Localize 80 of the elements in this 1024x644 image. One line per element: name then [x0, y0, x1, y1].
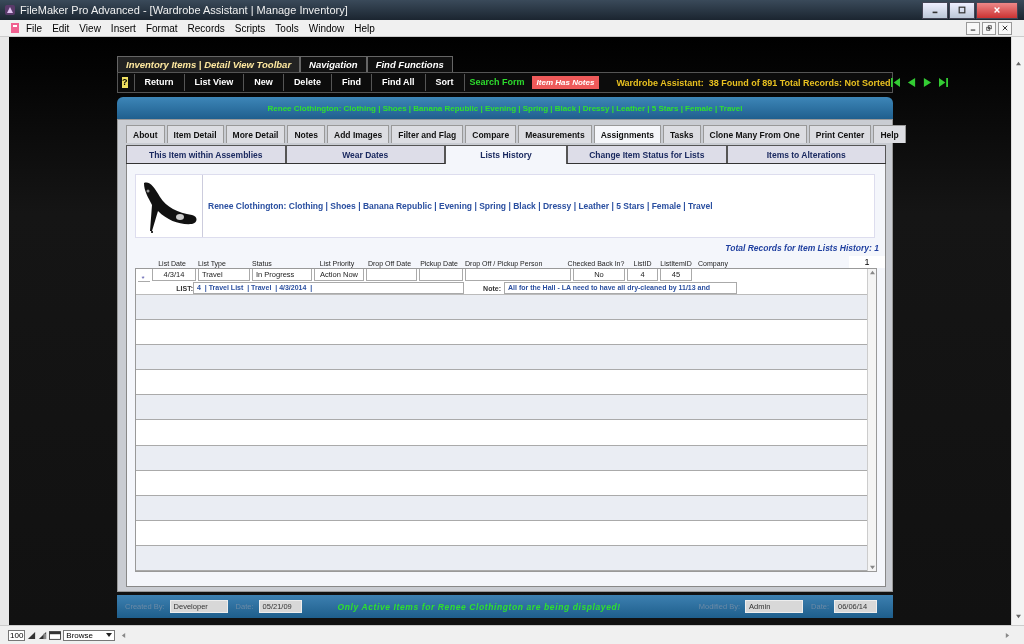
tab[interactable]: Notes [287, 125, 325, 143]
menu-item[interactable]: Records [187, 22, 225, 34]
mode-dropdown[interactable]: Browse [63, 629, 116, 641]
table-cell[interactable] [419, 269, 463, 281]
zoom-level[interactable]: 100 [8, 629, 26, 641]
tab[interactable]: Add Images [327, 125, 390, 143]
table-cell[interactable] [465, 269, 571, 281]
help-button[interactable]: ? [122, 77, 128, 88]
menu-item[interactable]: Scripts [234, 22, 266, 34]
tab[interactable]: Help [873, 125, 906, 143]
tab[interactable]: Assignments [593, 125, 662, 143]
toolbar-tab[interactable]: Navigation [300, 56, 367, 72]
search-form-button[interactable]: Search Form [463, 74, 530, 91]
window-title: FileMaker Pro Advanced - [Wardrobe Assistant | Manage Inventory] [20, 4, 348, 16]
scroll-down-icon[interactable] [1015, 614, 1021, 619]
maximize-button[interactable] [949, 1, 975, 19]
toolbar-button[interactable]: List View [183, 74, 244, 91]
toolbar-tab[interactable]: Inventory Items | Detail View Toolbar [117, 56, 301, 72]
toolbar-button[interactable]: Find All [370, 74, 425, 91]
app-icon [4, 4, 16, 16]
toolbar-button[interactable]: New [243, 74, 283, 91]
table-cell[interactable] [366, 269, 417, 281]
header-text: Renee Clothington: Clothing | Shoes | Banana Republic | Evening | Spring | Black | Dressy | Leather | 5 Stars | Female | Travel [267, 103, 743, 113]
scroll-right-icon[interactable] [1005, 632, 1010, 638]
toolbar-button[interactable]: Return [133, 74, 184, 91]
tab[interactable]: Measurements [518, 125, 592, 143]
total-records: Total Records for Item Lists History: 1 [725, 243, 879, 254]
close-button[interactable] [976, 1, 1018, 19]
caret-icon [106, 633, 113, 637]
tab[interactable]: Tasks [663, 125, 701, 143]
toolbar-tab[interactable]: Find Functions [366, 56, 453, 72]
tab[interactable]: Print Center [808, 125, 872, 143]
toolbar-button[interactable]: Delete [282, 74, 331, 91]
status-toolbar-icon[interactable] [49, 630, 62, 640]
tab[interactable]: Compare [465, 125, 517, 143]
maximize-icon [958, 6, 966, 14]
close-icon [1002, 25, 1008, 31]
footer-message: Only Active Items for Renee Clothington are being displayed! [337, 601, 621, 612]
menu-item[interactable]: Insert [110, 22, 136, 34]
tab[interactable]: More Detail [225, 125, 286, 143]
minimize-button[interactable] [922, 1, 948, 19]
restore-button[interactable] [982, 21, 996, 35]
tab[interactable]: Item Detail [166, 125, 224, 143]
scroll-up-icon[interactable] [869, 270, 875, 275]
scroll-left-icon[interactable] [121, 632, 127, 638]
subtab[interactable]: Change Item Status for Lists [567, 145, 727, 163]
last-record-icon[interactable] [938, 77, 948, 88]
menu-item[interactable]: File [26, 22, 43, 34]
row-marker: * [140, 273, 146, 281]
zoom-in-icon[interactable] [38, 630, 48, 640]
menu-item[interactable]: Window [308, 22, 345, 34]
toolbar-button[interactable]: Sort [424, 74, 464, 91]
scroll-up-icon[interactable] [1015, 61, 1021, 66]
first-record-icon[interactable] [890, 77, 900, 88]
close-icon [993, 6, 1001, 14]
document-icon[interactable] [10, 22, 20, 34]
subtab[interactable]: Wear Dates [285, 145, 445, 163]
subtab[interactable]: This Item within Assemblies [126, 145, 286, 163]
scrollbar[interactable] [867, 269, 876, 571]
scrollbar[interactable] [1011, 37, 1024, 625]
record-status: Wardrobe Assistant: 38 Found of 891 Total Records: Not Sorted [616, 77, 891, 88]
toolbar-button[interactable]: Find [330, 74, 371, 91]
menu-item[interactable]: Help [354, 22, 375, 34]
tab[interactable]: Filter and Flag [391, 125, 464, 143]
next-record-icon[interactable] [922, 77, 932, 88]
zoom-out-icon[interactable] [27, 630, 37, 640]
menu-item[interactable]: Edit [52, 22, 70, 34]
tab[interactable]: About [126, 125, 165, 143]
previous-record-icon[interactable] [906, 77, 916, 88]
close-button[interactable] [998, 21, 1012, 35]
menu-item[interactable]: Tools [275, 22, 299, 34]
item-description: Renee Clothington: Clothing | Shoes | Banana Republic | Evening | Spring | Black | Dressy | Leather | 5 Stars | Female | Travel [208, 201, 713, 211]
menu-item[interactable]: View [79, 22, 101, 34]
subtab[interactable]: Items to Alterations [726, 145, 886, 163]
scroll-down-icon[interactable] [869, 565, 875, 570]
record-counter: 1 [849, 256, 885, 268]
restore-icon [986, 25, 992, 31]
subtab[interactable]: Lists History [445, 145, 567, 164]
tab[interactable]: Clone Many From One [702, 125, 807, 143]
menu-item[interactable]: Format [145, 22, 178, 34]
